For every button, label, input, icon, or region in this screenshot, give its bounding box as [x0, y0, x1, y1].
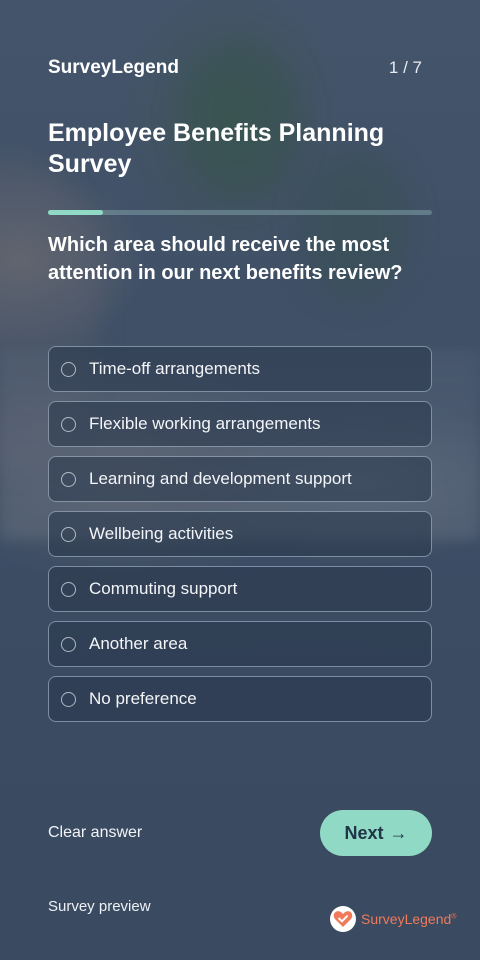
- radio-button[interactable]: [61, 361, 76, 377]
- radio-button[interactable]: [61, 691, 76, 707]
- answer-option-label: No preference: [89, 689, 197, 708]
- radio-button[interactable]: [61, 636, 76, 652]
- answer-option-label: Commuting support: [89, 579, 238, 598]
- surveylegend-logo[interactable]: SurveyLegend®: [330, 906, 456, 932]
- radio-button[interactable]: [61, 416, 76, 432]
- radio-button[interactable]: [61, 581, 76, 597]
- answer-option-label: Another area: [89, 634, 188, 653]
- answer-option[interactable]: Another area: [48, 621, 432, 667]
- next-button[interactable]: Next →: [320, 810, 432, 856]
- brand-name: SurveyLegend: [48, 57, 179, 78]
- logo-text: SurveyLegend®: [361, 911, 457, 927]
- clear-answer-link[interactable]: Clear answer: [48, 824, 142, 842]
- answer-options: Time-off arrangements Flexible working ar…: [48, 346, 432, 731]
- answer-option[interactable]: No preference: [48, 676, 432, 722]
- answer-option[interactable]: Learning and development support: [48, 456, 432, 502]
- answer-option-label: Flexible working arrangements: [89, 414, 321, 433]
- survey-preview-label: Survey preview: [48, 898, 151, 915]
- progress-bar-fill: [48, 210, 103, 215]
- answer-option[interactable]: Commuting support: [48, 566, 432, 612]
- survey-title: Employee Benefits Planning Survey: [48, 119, 385, 178]
- question-counter: 1 / 7: [388, 58, 422, 77]
- radio-button[interactable]: [61, 526, 76, 542]
- answer-option[interactable]: Time-off arrangements: [48, 346, 432, 392]
- heart-check-icon: [330, 906, 356, 932]
- next-button-label: Next: [344, 822, 384, 843]
- answer-option[interactable]: Wellbeing activities: [48, 511, 432, 557]
- survey-header: SurveyLegend 1 / 7: [48, 56, 422, 80]
- answer-option-label: Learning and development support: [89, 469, 352, 488]
- answer-option-label: Wellbeing activities: [89, 524, 234, 543]
- progress-bar: [48, 210, 432, 215]
- answer-option-label: Time-off arrangements: [89, 359, 261, 378]
- answer-option[interactable]: Flexible working arrangements: [48, 401, 432, 447]
- radio-button[interactable]: [61, 471, 76, 487]
- question-text: Which area should receive the most atten…: [48, 234, 403, 284]
- arrow-right-icon: →: [389, 822, 408, 843]
